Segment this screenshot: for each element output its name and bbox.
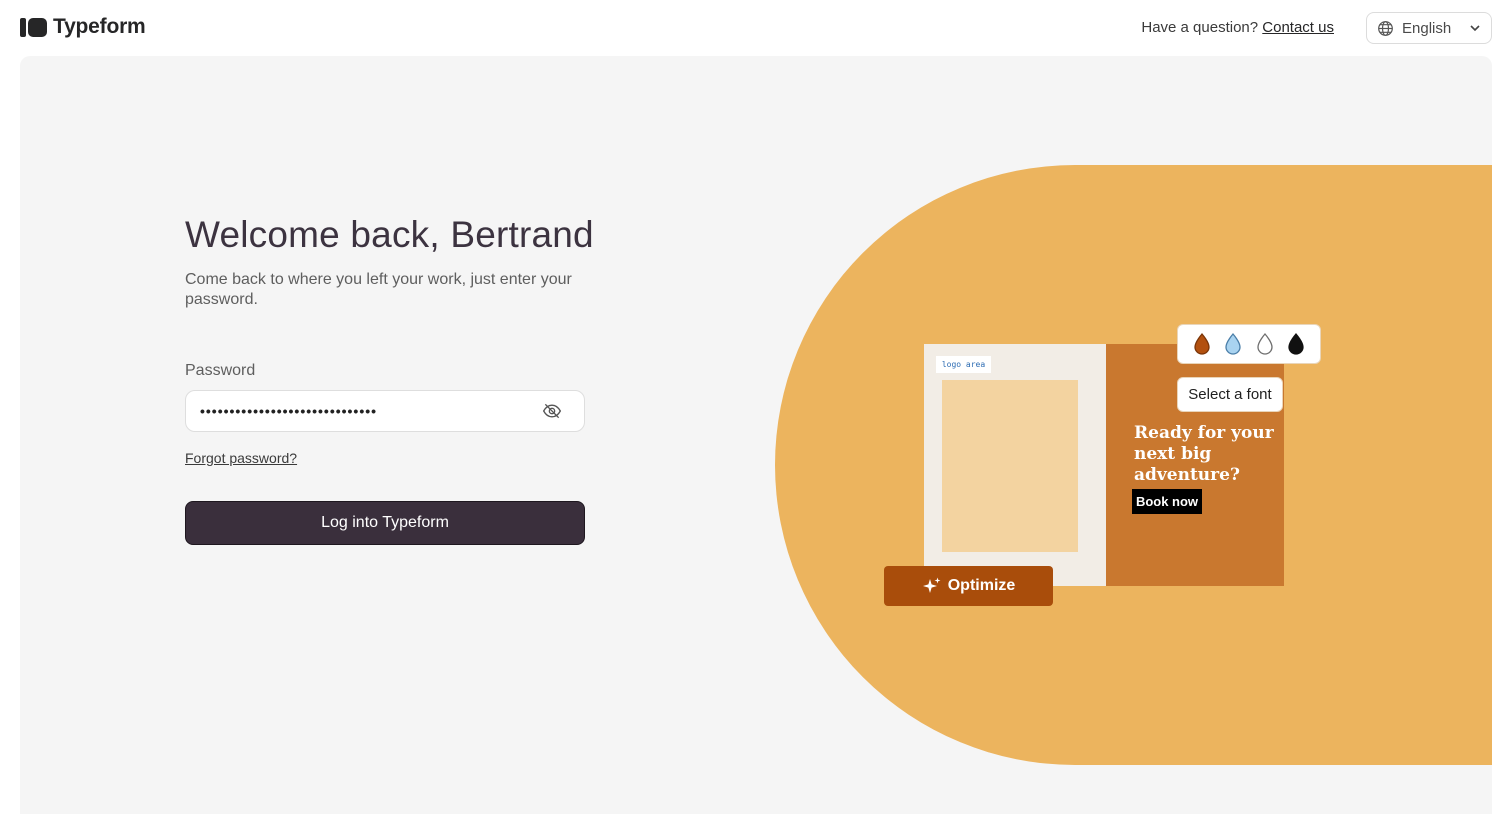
help-text: Have a question? Contact us bbox=[1141, 19, 1334, 36]
light-blue-drop-icon[interactable] bbox=[1224, 333, 1242, 355]
typeform-logo[interactable]: Typeform bbox=[20, 15, 146, 39]
optimize-button[interactable]: Optimize bbox=[884, 566, 1053, 606]
color-palette bbox=[1177, 324, 1321, 364]
select-font-button[interactable]: Select a font bbox=[1177, 377, 1283, 412]
logo-area-placeholder: logo area bbox=[936, 356, 991, 373]
book-now-button[interactable]: Book now bbox=[1132, 489, 1202, 514]
forgot-password-link[interactable]: Forgot password? bbox=[185, 450, 297, 466]
image-placeholder bbox=[942, 380, 1078, 552]
outline-drop-icon[interactable] bbox=[1256, 333, 1274, 355]
page-subtitle: Come back to where you left your work, j… bbox=[185, 271, 572, 308]
eye-off-icon[interactable] bbox=[542, 401, 562, 421]
language-selector[interactable]: English bbox=[1366, 12, 1492, 44]
password-field[interactable]: •••••••••••••••••••••••••••••• bbox=[185, 390, 585, 432]
optimize-label: Optimize bbox=[947, 577, 1016, 594]
login-button[interactable]: Log into Typeform bbox=[185, 501, 585, 545]
chevron-down-icon bbox=[1470, 25, 1480, 32]
question-label: Have a question? bbox=[1141, 19, 1259, 36]
language-label: English bbox=[1402, 19, 1452, 37]
globe-icon bbox=[1378, 20, 1393, 36]
contact-us-link[interactable]: Contact us bbox=[1262, 19, 1334, 36]
typeform-logo-icon bbox=[20, 17, 47, 37]
main-panel: Welcome back, Bertrand Come back to wher… bbox=[20, 56, 1492, 814]
top-bar: Typeform Have a question? Contact us Eng… bbox=[0, 0, 1512, 56]
login-form: Welcome back, Bertrand Come back to wher… bbox=[185, 214, 594, 545]
sparkle-icon bbox=[922, 577, 941, 593]
brand-name: Typeform bbox=[53, 15, 146, 38]
preview-headline: Ready for your next big adventure? bbox=[1134, 423, 1274, 485]
password-value[interactable]: •••••••••••••••••••••••••••••• bbox=[200, 404, 542, 418]
rust-drop-icon[interactable] bbox=[1193, 333, 1211, 355]
password-label: Password bbox=[185, 362, 256, 379]
page-title: Welcome back, Bertrand bbox=[185, 214, 594, 255]
black-drop-icon[interactable] bbox=[1287, 333, 1305, 355]
